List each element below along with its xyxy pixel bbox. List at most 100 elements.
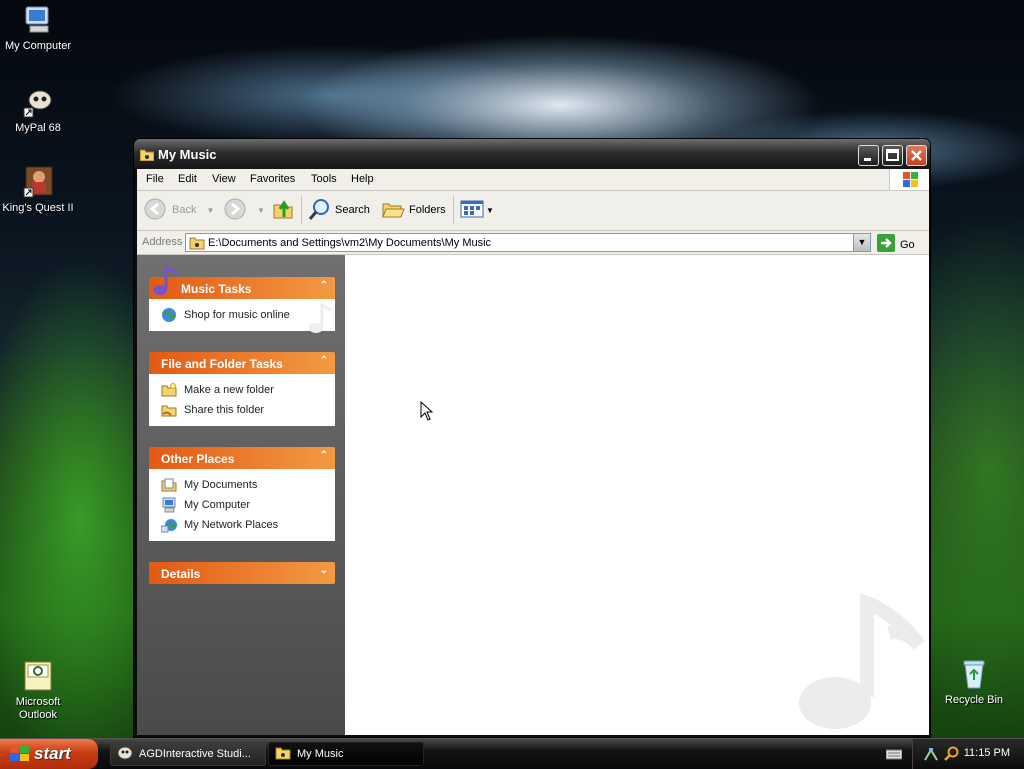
desktop-icon-recycle-bin[interactable]: Recycle Bin	[934, 658, 1014, 707]
go-arrow-icon	[877, 234, 895, 255]
task-label: Make a new folder	[184, 384, 274, 396]
up-folder-button[interactable]	[271, 197, 295, 223]
other-places-panel: Other Places ⌃ My Documents My Computer …	[149, 447, 335, 541]
music-tasks-panel: Music Tasks ⌃ Shop for music online	[149, 265, 335, 333]
task-label: Shop for music online	[184, 309, 290, 321]
my-computer-icon	[22, 4, 54, 36]
make-new-folder-link[interactable]: Make a new folder	[161, 380, 335, 400]
my-computer-link[interactable]: My Computer	[161, 495, 335, 515]
music-note-watermark-icon	[797, 585, 927, 738]
go-button[interactable]: Go	[877, 234, 915, 255]
folder-music-icon	[139, 148, 155, 164]
views-icon	[460, 197, 484, 224]
menu-bar: File Edit View Favorites Tools Help	[137, 169, 929, 191]
views-button[interactable]: ▼	[460, 197, 494, 223]
toolbar-separator	[301, 196, 302, 224]
folders-button[interactable]: Folders	[381, 197, 446, 223]
address-bar: Address E:\Documents and Settings\vm2\My…	[137, 231, 929, 255]
taskbar-item-agd[interactable]: AGDInteractive Studi...	[110, 742, 266, 766]
menu-edit[interactable]: Edit	[178, 173, 197, 185]
mouse-cursor-icon	[420, 400, 434, 424]
forward-dropdown-icon[interactable]: ▼	[257, 206, 265, 215]
desktop-icon-label: MyPal 68	[15, 122, 61, 134]
details-header[interactable]: Details ⌄	[149, 562, 335, 584]
desktop-icon-kings-quest[interactable]: King's Quest II	[0, 166, 78, 215]
expand-chevron-icon[interactable]: ⌄	[320, 565, 328, 576]
start-label: start	[34, 744, 71, 763]
menu-view[interactable]: View	[212, 173, 236, 185]
menu-tools[interactable]: Tools	[311, 173, 337, 185]
my-documents-link[interactable]: My Documents	[161, 475, 335, 495]
up-folder-icon	[271, 197, 295, 224]
mypal-icon	[22, 86, 54, 118]
address-dropdown-button[interactable]: ▼	[853, 234, 870, 251]
desktop-icon-label: Recycle Bin	[944, 694, 1004, 706]
search-label: Search	[335, 204, 370, 216]
network-tray-icon[interactable]	[923, 746, 939, 765]
music-note-icon	[151, 265, 181, 300]
window-title: My Music	[158, 147, 217, 162]
explorer-window: My Music File Edit View Favorites Tools …	[133, 138, 931, 738]
network-places-icon	[160, 517, 177, 533]
details-panel: Details ⌄	[149, 562, 335, 584]
taskbar: start AGDInteractive Studi... My Music 1…	[0, 738, 1024, 769]
my-network-places-link[interactable]: My Network Places	[160, 515, 335, 535]
clock[interactable]: 11:15 PM	[964, 747, 1010, 759]
search-button[interactable]: Search	[307, 197, 370, 223]
agd-app-icon	[117, 745, 133, 764]
music-tasks-body: Shop for music online	[149, 299, 335, 333]
views-dropdown-icon: ▼	[486, 205, 494, 215]
system-tray: 11:15 PM	[912, 739, 1024, 769]
back-dropdown-icon[interactable]: ▼	[206, 206, 214, 215]
folders-icon	[381, 197, 405, 224]
taskbar-item-label: AGDInteractive Studi...	[139, 748, 251, 760]
other-places-header[interactable]: Other Places ⌃	[149, 447, 335, 469]
place-label: My Documents	[184, 479, 258, 491]
back-arrow-icon	[143, 197, 167, 224]
task-label: Share this folder	[184, 404, 265, 416]
windows-flag-icon	[10, 746, 30, 767]
go-label: Go	[900, 238, 915, 251]
start-button[interactable]: start	[0, 739, 98, 769]
folders-label: Folders	[409, 204, 446, 216]
panel-title: File and Folder Tasks	[161, 357, 283, 371]
collapse-chevron-icon[interactable]: ⌃	[320, 355, 328, 366]
window-titlebar[interactable]: My Music	[134, 139, 930, 169]
forward-arrow-icon	[223, 197, 247, 224]
collapse-chevron-icon[interactable]: ⌃	[320, 450, 328, 461]
my-documents-icon	[161, 477, 177, 493]
file-folder-tasks-header[interactable]: File and Folder Tasks ⌃	[149, 352, 335, 374]
toolbar: Back ▼ ▼ Search Folders ▼	[137, 191, 929, 231]
outlook-icon	[22, 660, 54, 692]
task-pane: Music Tasks ⌃ Shop for music online File…	[137, 255, 345, 735]
folder-music-icon	[189, 235, 205, 253]
minimize-button[interactable]	[858, 145, 879, 166]
share-folder-link[interactable]: Share this folder	[161, 400, 335, 420]
search-tray-icon[interactable]	[943, 746, 959, 765]
folder-content-area[interactable]: Music Tasks ⌃ Shop for music online File…	[137, 255, 929, 735]
keyboard-icon[interactable]	[885, 748, 903, 763]
menu-help[interactable]: Help	[351, 173, 374, 185]
menu-favorites[interactable]: Favorites	[250, 173, 295, 185]
close-button[interactable]	[906, 145, 927, 166]
place-label: My Network Places	[184, 519, 279, 531]
maximize-button[interactable]	[882, 145, 903, 166]
menu-file[interactable]: File	[146, 173, 164, 185]
file-folder-tasks-body: Make a new folder Share this folder	[149, 374, 335, 426]
back-button[interactable]: Back ▼	[143, 197, 214, 223]
address-value: E:\Documents and Settings\vm2\My Documen…	[208, 237, 492, 249]
windows-logo-icon	[889, 169, 929, 190]
desktop-icon-mypal[interactable]: MyPal 68	[0, 86, 78, 135]
desktop-icon-my-computer[interactable]: My Computer	[0, 4, 78, 53]
desktop-icon-outlook[interactable]: Microsoft Outlook	[0, 660, 78, 722]
toolbar-separator	[453, 196, 454, 224]
taskbar-item-my-music[interactable]: My Music	[268, 742, 424, 766]
desktop-icon-label: My Computer	[4, 40, 72, 52]
search-icon	[307, 197, 331, 224]
kings-quest-icon	[22, 166, 54, 198]
forward-button[interactable]: ▼	[223, 197, 265, 223]
address-input[interactable]: E:\Documents and Settings\vm2\My Documen…	[185, 233, 871, 252]
desktop-icon-label: King's Quest II	[2, 202, 74, 214]
collapse-chevron-icon[interactable]: ⌃	[320, 280, 328, 291]
place-label: My Computer	[184, 499, 251, 511]
